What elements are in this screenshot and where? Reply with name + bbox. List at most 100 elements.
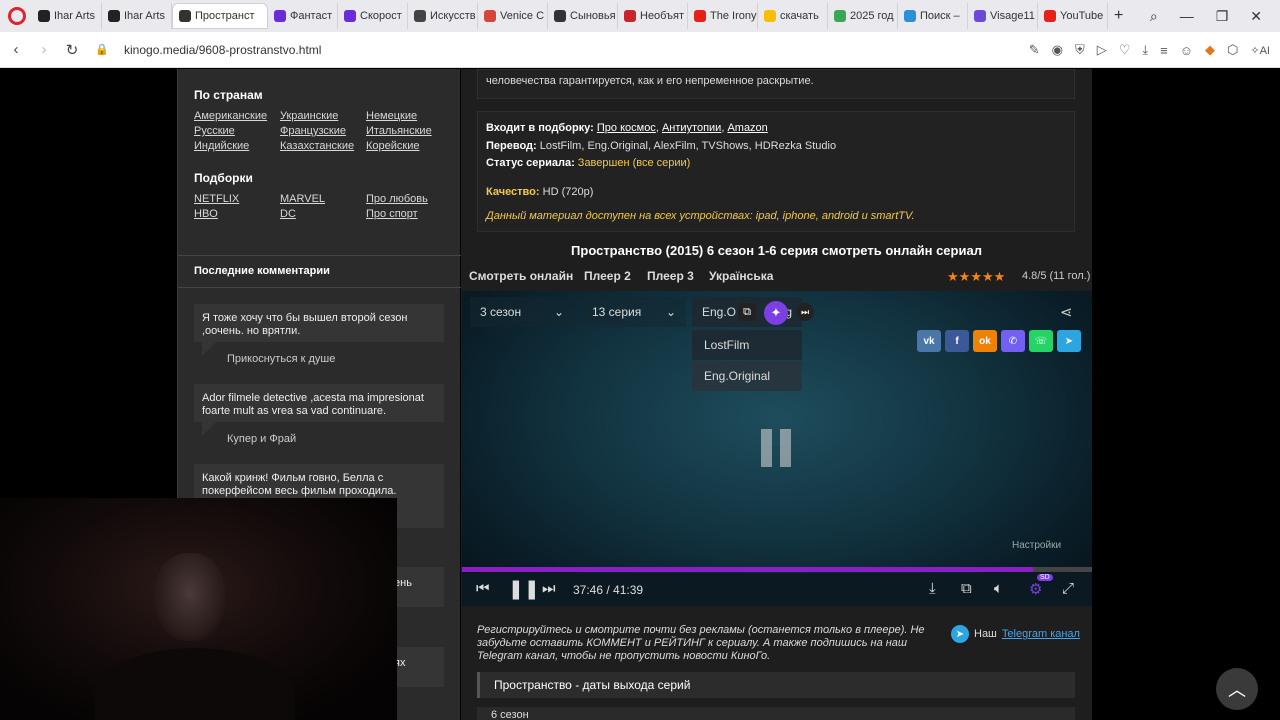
browser-tab[interactable]: Пространст xyxy=(172,3,268,29)
share-button[interactable]: vk xyxy=(917,330,941,352)
opera-logo-icon[interactable] xyxy=(8,7,26,25)
browser-tab[interactable]: Ihar Arts xyxy=(102,3,172,29)
cube-icon[interactable]: ⬡ xyxy=(1227,42,1238,58)
share-button[interactable]: ✆ xyxy=(1001,330,1025,352)
season-row[interactable]: 6 сезон xyxy=(477,707,1075,720)
new-tab-button[interactable]: + xyxy=(1108,3,1129,29)
magic-icon[interactable]: ✦ xyxy=(764,301,788,325)
tab-label: Сыновья xyxy=(570,10,616,22)
download-icon[interactable]: ⤓ xyxy=(1142,42,1148,58)
play-icon[interactable]: ▷ xyxy=(1097,42,1107,58)
country-link[interactable]: Американские xyxy=(194,110,267,122)
season-select[interactable]: 3 сезон ⌄ xyxy=(470,297,574,327)
video-player[interactable]: 3 сезон ⌄ 13 серия ⌄ Eng.O g LostFilm En… xyxy=(462,291,1092,606)
country-link[interactable]: Индийские xyxy=(194,140,249,152)
next-icon[interactable]: ⏭ xyxy=(542,580,556,597)
back-icon[interactable]: ‹ xyxy=(2,41,30,58)
star-icon[interactable]: ★ xyxy=(959,269,971,284)
comment-author[interactable]: Прикоснуться к душе xyxy=(227,353,335,365)
search-tabs-icon[interactable]: ⌕ xyxy=(1150,8,1158,25)
country-link[interactable]: Украинские xyxy=(280,110,338,122)
shield-icon[interactable]: ⛨ xyxy=(1075,42,1085,58)
voice-option[interactable]: Eng.Original xyxy=(692,361,802,391)
browser-tab[interactable]: Сыновья xyxy=(548,3,618,29)
share-icon[interactable]: ⋖ xyxy=(1060,303,1073,321)
collection-link[interactable]: DC xyxy=(280,208,296,220)
share-button[interactable]: ➤ xyxy=(1057,330,1081,352)
tab-label: Фантаст xyxy=(290,10,333,22)
browser-tab[interactable]: Искусств xyxy=(408,3,478,29)
browser-tab[interactable]: 2025 год xyxy=(828,3,898,29)
fullscreen-icon[interactable]: ⤢ xyxy=(1062,580,1074,597)
comment-author[interactable]: Купер и Фрай xyxy=(227,433,296,445)
share-button[interactable]: ☏ xyxy=(1029,330,1053,352)
profile-icon[interactable]: ☺ xyxy=(1180,43,1193,58)
browser-tab[interactable]: скачать xyxy=(758,3,828,29)
browser-tab[interactable]: Поиск – xyxy=(898,3,968,29)
previous-icon[interactable]: ⏮ xyxy=(476,580,490,597)
browser-tab[interactable]: YouTube xyxy=(1038,3,1108,29)
metamask-icon[interactable]: ◆ xyxy=(1205,42,1215,58)
collection-link[interactable]: Про космос xyxy=(597,122,656,134)
url-field[interactable]: kinogo.media/9608-prostranstvo.html xyxy=(124,43,321,57)
collection-link[interactable]: HBO xyxy=(194,208,218,220)
minimize-icon[interactable]: — xyxy=(1180,8,1194,24)
rating-stars[interactable]: ★★★★★ xyxy=(947,268,1005,286)
progress-bar[interactable] xyxy=(462,567,1092,572)
country-link[interactable]: Русские xyxy=(194,125,235,137)
telegram-link[interactable]: Telegram канал xyxy=(1002,628,1080,640)
heart-icon[interactable]: ♡ xyxy=(1119,42,1131,58)
tab-player-3[interactable]: Плеер 3 xyxy=(647,269,694,283)
close-icon[interactable]: ✕ xyxy=(1250,8,1262,25)
scroll-to-top-button[interactable]: ︿ xyxy=(1216,668,1258,710)
share-button[interactable]: ok xyxy=(973,330,997,352)
browser-tab[interactable]: The Irony xyxy=(688,3,758,29)
browser-tab[interactable]: Фантаст xyxy=(268,3,338,29)
miniplayer-icon[interactable]: ⧉ xyxy=(961,580,972,597)
progress-fill xyxy=(462,567,1034,572)
restore-icon[interactable]: ❐ xyxy=(1216,8,1229,25)
tab-watch-online[interactable]: Смотреть онлайн xyxy=(469,269,573,283)
star-icon[interactable]: ★ xyxy=(970,269,982,284)
country-link[interactable]: Корейские xyxy=(366,140,419,152)
share-button[interactable]: f xyxy=(945,330,969,352)
browser-tab[interactable]: Скорост xyxy=(338,3,408,29)
collection-link[interactable]: NETFLIX xyxy=(194,193,239,205)
camera-icon[interactable]: ◉ xyxy=(1052,42,1063,58)
episode-select[interactable]: 13 серия ⌄ xyxy=(582,297,686,327)
pip-icon[interactable]: ⧉ xyxy=(738,303,756,321)
tab-ukrainian[interactable]: Українська xyxy=(709,269,773,283)
window-controls: ⌕ — ❐ ✕ xyxy=(1150,0,1280,32)
collection-link[interactable]: Антиутопии xyxy=(662,122,721,134)
collection-link[interactable]: Про спорт xyxy=(366,208,418,220)
collection-link[interactable]: MARVEL xyxy=(280,193,325,205)
country-link[interactable]: Казахстанские xyxy=(280,140,354,152)
pause-icon[interactable]: ❚❚ xyxy=(508,578,540,601)
country-link[interactable]: Немецкие xyxy=(366,110,417,122)
star-icon[interactable]: ★ xyxy=(994,269,1006,284)
volume-icon[interactable]: 🔈︎ xyxy=(994,580,1003,597)
country-link[interactable]: Итальянские xyxy=(366,125,432,137)
collection-link[interactable]: Amazon xyxy=(727,122,767,134)
browser-tab[interactable]: Ihar Arts xyxy=(32,3,102,29)
star-icon[interactable]: ★ xyxy=(947,269,959,284)
star-icon[interactable]: ★ xyxy=(982,269,994,284)
ai-icon[interactable]: ✧AI xyxy=(1250,44,1270,57)
country-link[interactable]: Французские xyxy=(280,125,346,137)
forward-icon[interactable]: › xyxy=(30,41,58,58)
voice-option[interactable]: LostFilm xyxy=(692,330,802,360)
download-icon[interactable]: ⤓ xyxy=(929,580,936,597)
quality-icon[interactable]: ⚙ xyxy=(1029,580,1042,598)
menu-icon[interactable]: ≡ xyxy=(1160,43,1168,58)
reload-icon[interactable]: ↻ xyxy=(58,41,86,59)
tab-player-2[interactable]: Плеер 2 xyxy=(584,269,631,283)
toolbar-icons: ✎ ◉ ⛨ ▷ ♡ ⤓ ≡ ☺ ◆ ⬡ ✧AI xyxy=(1029,32,1270,68)
browser-tab[interactable]: Venice C xyxy=(478,3,548,29)
edit-icon[interactable]: ✎ xyxy=(1029,42,1040,58)
browser-tab[interactable]: Необъят xyxy=(618,3,688,29)
browser-tab[interactable]: Visage11 xyxy=(968,3,1038,29)
skip-icon[interactable]: ⏭ xyxy=(796,303,814,321)
player-controls: ⏮ ❚❚ ⏭ 37:46 / 41:39 ⤓ ⧉ 🔈︎ ⚙ SD ⤢ xyxy=(462,573,1092,606)
settings-label[interactable]: Настройки xyxy=(1012,540,1061,551)
collection-link[interactable]: Про любовь xyxy=(366,193,428,205)
